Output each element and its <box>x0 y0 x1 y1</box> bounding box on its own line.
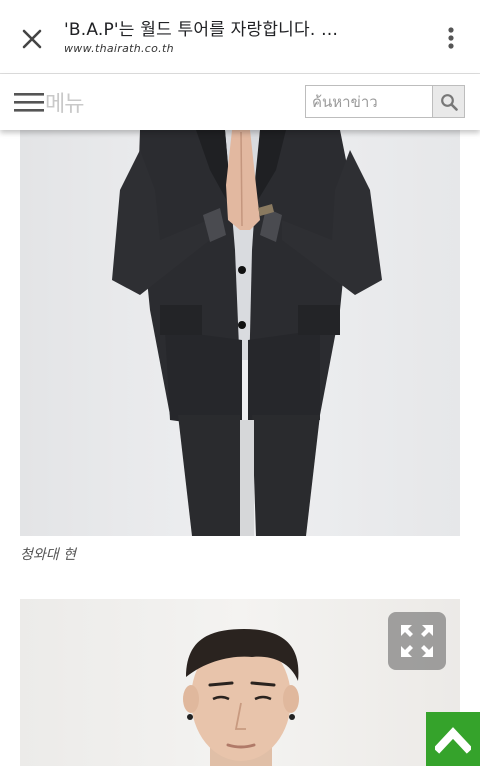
expand-icon <box>401 625 433 657</box>
search-button[interactable] <box>432 86 464 117</box>
page-url: www.thairath.co.th <box>64 42 174 55</box>
menu-label: 메뉴 <box>45 92 84 117</box>
app-viewport: 'B.A.P'는 월드 투어를 자랑합니다. … www.thairath.co… <box>0 0 480 766</box>
scroll-to-top-button[interactable] <box>426 712 480 766</box>
close-icon <box>22 29 42 49</box>
page-title: 'B.A.P'는 월드 투어를 자랑합니다. … <box>64 20 339 40</box>
search-input[interactable] <box>306 86 432 117</box>
browser-top-bar: 'B.A.P'는 월드 투어를 자랑합니다. … www.thairath.co… <box>0 0 480 74</box>
menu-button[interactable]: 메뉴 <box>14 84 84 120</box>
kebab-menu-icon <box>448 27 454 49</box>
close-button[interactable] <box>14 21 50 57</box>
more-options-button[interactable] <box>436 20 466 56</box>
search-box <box>305 85 465 118</box>
person-in-suit-image <box>112 130 382 536</box>
search-icon <box>440 93 458 111</box>
hamburger-icon <box>14 93 44 112</box>
article-photo-suit <box>20 130 460 536</box>
chevron-up-icon <box>435 727 471 754</box>
photo-caption: 청와대 현 <box>20 547 76 563</box>
site-header: 메뉴 <box>0 74 480 130</box>
expand-image-button[interactable] <box>388 612 446 670</box>
